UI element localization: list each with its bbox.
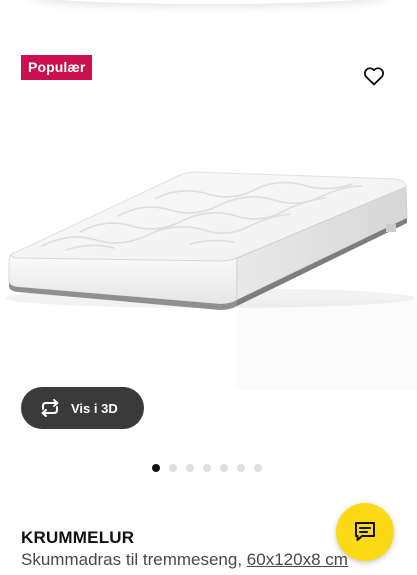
carousel-dot[interactable] <box>237 464 245 472</box>
carousel-indicators <box>152 463 262 473</box>
popular-badge: Populær <box>21 55 93 80</box>
carousel-dot[interactable] <box>254 464 262 472</box>
carousel-dot[interactable] <box>169 464 177 472</box>
top-card-edge <box>30 0 387 4</box>
heart-icon <box>363 67 385 86</box>
carousel-dot[interactable] <box>203 464 211 472</box>
product-name: KRUMMELUR <box>21 528 135 547</box>
favorite-button[interactable] <box>359 61 389 91</box>
product-description-text: Skummadras til tremmeseng, <box>21 550 247 569</box>
product-description: Skummadras til tremmeseng, 60x120x8 cm <box>21 550 348 570</box>
product-page: Populær Vis i 3D KRUMMELUR Skummadras ti… <box>0 0 417 575</box>
rotate-3d-icon <box>38 396 62 420</box>
carousel-dot[interactable] <box>186 464 194 472</box>
product-size-link[interactable]: 60x120x8 cm <box>247 550 348 569</box>
view-in-3d-button[interactable]: Vis i 3D <box>21 387 144 429</box>
carousel-dot[interactable] <box>152 464 160 472</box>
product-image <box>5 171 417 390</box>
chat-bubble-icon <box>355 522 375 541</box>
chat-button[interactable] <box>336 503 394 561</box>
view-in-3d-label: Vis i 3D <box>71 400 118 416</box>
carousel-dot[interactable] <box>220 464 228 472</box>
